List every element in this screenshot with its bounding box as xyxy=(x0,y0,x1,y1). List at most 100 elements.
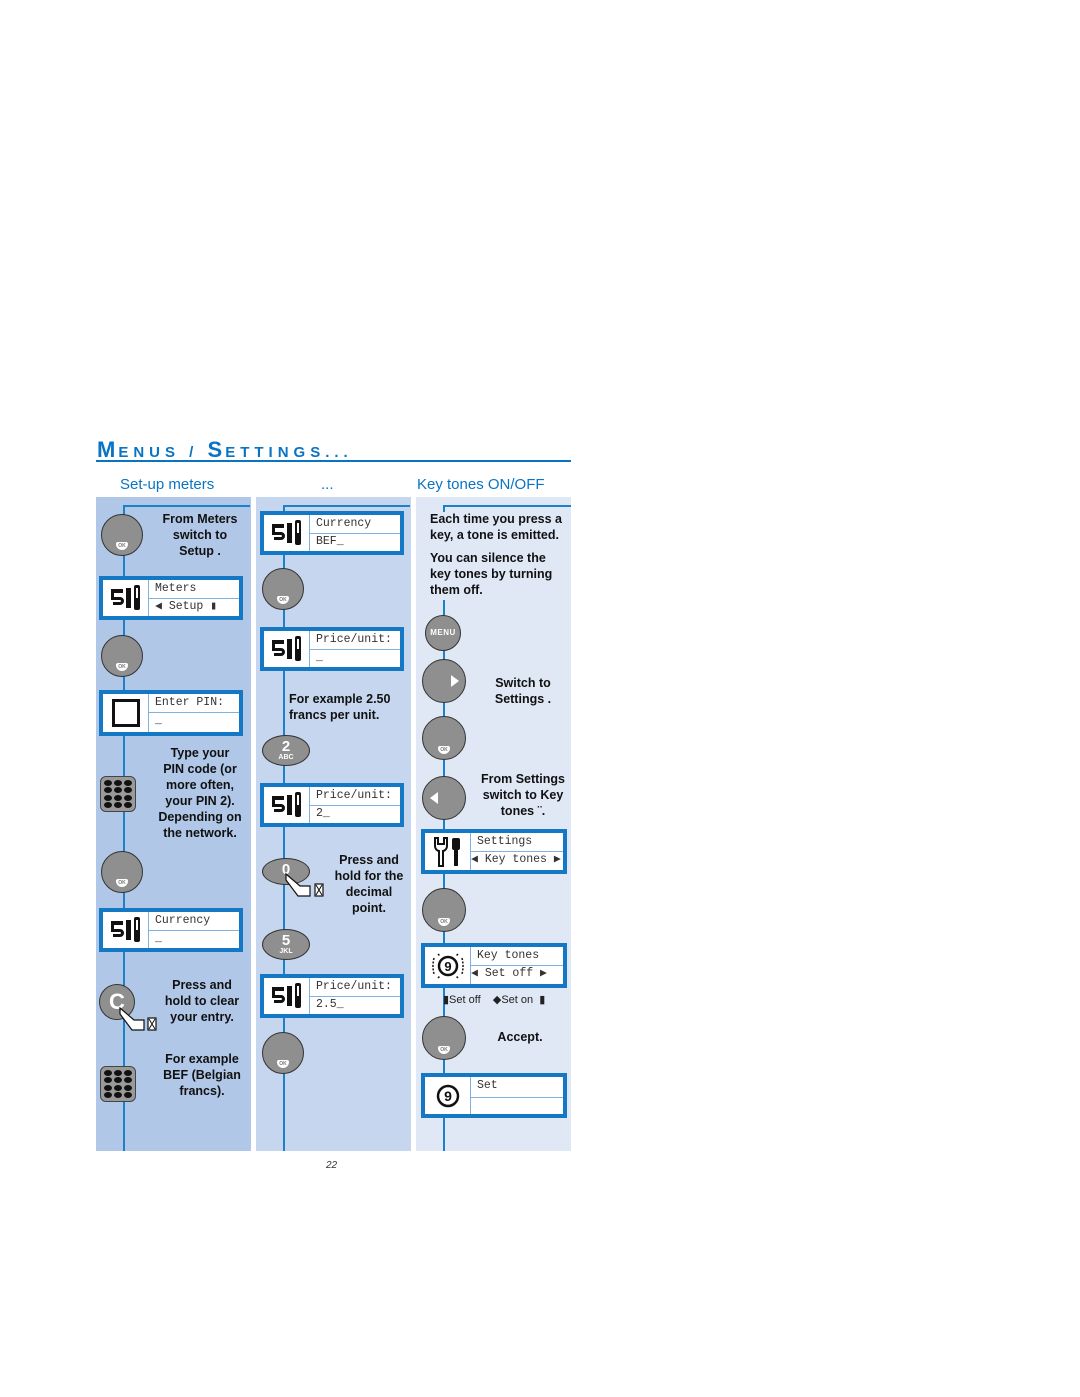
display-screen-meters: Meters ◀ Setup ▮ xyxy=(99,576,243,620)
flow-line-col2-top xyxy=(283,505,410,507)
column-heading-ellipsis: ... xyxy=(321,476,334,493)
right-arrow-button[interactable] xyxy=(422,659,466,703)
svg-text:9: 9 xyxy=(444,1088,452,1104)
title-rule xyxy=(96,460,571,462)
column-heading-key-tones: Key tones ON/OFF xyxy=(417,476,545,493)
text-line: Press and xyxy=(172,978,232,992)
press-hold-hand-icon xyxy=(284,870,328,903)
screen-line2: _ xyxy=(155,932,162,945)
key-letters: JKL xyxy=(279,948,293,955)
ok-label: OK xyxy=(438,1046,450,1054)
text-line: switch to Key xyxy=(482,788,564,802)
text-line: more often, xyxy=(165,778,235,792)
ok-button[interactable]: OK xyxy=(422,888,466,932)
screen-line1: Settings xyxy=(471,833,563,852)
left-arrow-button[interactable] xyxy=(422,776,466,820)
text-line: francs). xyxy=(179,1084,225,1098)
text-line: From Meters xyxy=(162,512,238,526)
display-screen-price-2: Price/unit: 2_ xyxy=(260,783,404,827)
example-price-text: For example 2.50 francs per unit. xyxy=(289,691,390,723)
ok-label: OK xyxy=(116,663,128,671)
text-line: Each time you press a xyxy=(430,512,563,526)
text-line: BEF (Belgian xyxy=(163,1068,241,1082)
text-line: For example xyxy=(165,1052,239,1066)
blank-square-icon xyxy=(103,694,149,732)
screen-line2: _ xyxy=(316,651,323,664)
step-clear-entry: Press and hold to clear your entry. xyxy=(152,977,252,1025)
screen-line2 xyxy=(471,1097,563,1115)
text-line: Settings . xyxy=(494,692,552,706)
text-line: hold to clear xyxy=(164,994,240,1008)
meter-icon xyxy=(103,580,149,616)
intro-tone-emitted: Each time you press a key, a tone is emi… xyxy=(430,511,562,543)
menu-button[interactable]: MENU xyxy=(425,615,461,651)
text-line: your entry. xyxy=(170,1010,234,1024)
text-line: Setup . xyxy=(179,544,221,558)
text-line: Type your xyxy=(170,746,230,760)
ok-button[interactable]: OK xyxy=(262,568,304,610)
text-line: them off. xyxy=(430,583,483,597)
screen-line2: ◀ Set off ▶ xyxy=(471,967,547,980)
screen-line2: _ xyxy=(155,714,162,727)
screen-line2: ◀ Setup ▮ xyxy=(155,600,218,613)
ok-button[interactable]: OK xyxy=(101,851,143,893)
ok-button[interactable]: OK xyxy=(262,1032,304,1074)
ok-button[interactable]: OK xyxy=(101,635,143,677)
display-screen-currency-bef: Currency BEF_ xyxy=(260,511,404,555)
text-line: hold for the xyxy=(334,869,404,883)
screen-line2: 2.5_ xyxy=(316,998,344,1011)
keypad-icon[interactable] xyxy=(100,776,136,812)
screen-line2: ◀ Key tones ▶ xyxy=(471,853,561,866)
text-line: key tones by turning xyxy=(430,567,553,581)
meter-icon xyxy=(103,912,149,948)
step-example-bef: For example BEF (Belgian francs). xyxy=(152,1051,252,1099)
screen-line1: Price/unit: xyxy=(310,631,400,650)
display-screen-currency: Currency _ xyxy=(99,908,243,952)
display-screen-price-unit: Price/unit: _ xyxy=(260,627,404,671)
ok-button[interactable]: OK xyxy=(422,1016,466,1060)
ok-button[interactable]: OK xyxy=(422,716,466,760)
text-line: point. xyxy=(351,901,386,915)
display-screen-enter-pin: Enter PIN: _ xyxy=(99,690,243,736)
title-cap1: M xyxy=(97,437,119,462)
key-2-button[interactable]: 2 ABC xyxy=(262,735,310,766)
intro-silence-tones: You can silence the key tones by turning… xyxy=(430,550,552,598)
title-cap2: S xyxy=(207,437,226,462)
9-icon: 9 xyxy=(425,1077,471,1114)
flow-line-col3-top xyxy=(443,505,571,507)
text-line: francs per unit. xyxy=(289,708,380,722)
meter-icon xyxy=(264,978,310,1014)
key-number: 5 xyxy=(281,932,291,949)
menu-label: MENU xyxy=(430,628,456,637)
screen-line1: Currency xyxy=(310,515,400,534)
ok-label: OK xyxy=(116,879,128,887)
keypad-icon[interactable] xyxy=(100,1066,136,1102)
meter-icon xyxy=(264,515,310,551)
text-line: your PIN 2). xyxy=(165,794,235,808)
text-line: decimal xyxy=(345,885,393,899)
screen-line1: Set xyxy=(471,1077,563,1098)
column-heading-setup-meters: Set-up meters xyxy=(120,476,215,493)
step-accept: Accept. xyxy=(497,1030,543,1044)
screen-line2: 2_ xyxy=(316,807,330,820)
display-screen-price-2-5: Price/unit: 2.5_ xyxy=(260,974,404,1018)
set-options-text: ▮Set off ◆Set on ▮ xyxy=(443,994,546,1006)
text-line: Depending on xyxy=(158,810,242,824)
key-letters: ABC xyxy=(278,754,294,761)
display-screen-settings: Settings ◀ Key tones ▶ xyxy=(421,829,567,874)
ok-button[interactable]: OK xyxy=(101,514,143,556)
text-line: switch to xyxy=(172,528,228,542)
ok-label: OK xyxy=(277,1060,289,1068)
settings-tools-icon xyxy=(425,833,471,870)
step-switch-to-key-tones: From Settings switch to Key tones ¨. xyxy=(476,771,570,819)
display-screen-key-tones: 9 Key tones ◀ Set off ▶ xyxy=(421,943,567,988)
title-rest2: ETTINGS... xyxy=(225,444,353,461)
page-number: 22 xyxy=(326,1160,338,1171)
screen-line1: Key tones xyxy=(471,947,563,966)
left-arrow-icon xyxy=(430,792,438,804)
key-5-button[interactable]: 5 JKL xyxy=(262,929,310,960)
ok-label: OK xyxy=(277,596,289,604)
ok-label: OK xyxy=(438,918,450,926)
step-decimal-point: Press and hold for the decimal point. xyxy=(326,852,412,916)
screen-line1: Enter PIN: xyxy=(149,694,239,713)
